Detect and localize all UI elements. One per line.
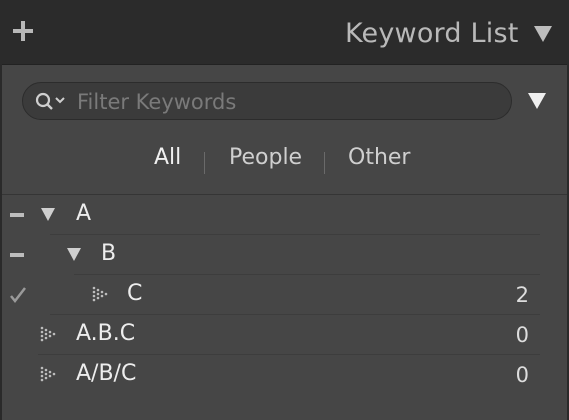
keyword-label: C: [127, 281, 143, 306]
keyword-tabs: All People Other: [2, 141, 567, 177]
dotted-triangle-icon: [40, 326, 56, 342]
dotted-triangle-icon: [92, 286, 108, 302]
keyword-row-a[interactable]: A: [2, 195, 567, 235]
triangle-expanded-icon[interactable]: [66, 246, 82, 262]
triangle-expanded-icon[interactable]: [40, 206, 56, 222]
minus-icon[interactable]: [9, 206, 27, 224]
keyword-label: A: [76, 201, 92, 226]
keyword-count: 0: [515, 363, 529, 387]
dotted-triangle-icon: [40, 366, 56, 382]
keyword-count: 0: [515, 323, 529, 347]
triangle-down-icon[interactable]: [532, 23, 554, 45]
tab-separator: [324, 152, 325, 174]
keyword-label: A/B/C: [76, 361, 137, 386]
keyword-label: B: [101, 241, 117, 266]
search-icon[interactable]: [34, 91, 68, 111]
keyword-label: A.B.C: [76, 321, 136, 346]
panel-title: Keyword List: [345, 18, 519, 49]
checkmark-icon[interactable]: [9, 286, 27, 304]
tab-separator: [204, 152, 205, 174]
tab-people[interactable]: People: [229, 145, 302, 170]
keyword-row-abc-dots[interactable]: A.B.C 0: [2, 315, 567, 355]
keyword-row-abc-slashes[interactable]: A/B/C 0: [2, 355, 567, 395]
keyword-list-header: Keyword List: [0, 0, 569, 64]
filter-keywords-input[interactable]: [75, 87, 499, 117]
search-field[interactable]: [22, 82, 512, 120]
keyword-row-b[interactable]: B: [2, 235, 567, 275]
keyword-row-c[interactable]: C 2: [2, 275, 567, 315]
keyword-count: 2: [515, 283, 529, 307]
minus-icon[interactable]: [9, 246, 27, 264]
filter-options-triangle-icon[interactable]: [527, 91, 547, 111]
plus-icon[interactable]: [10, 18, 36, 44]
tab-all[interactable]: All: [154, 145, 181, 170]
keyword-panel: All People Other A B: [2, 64, 567, 420]
tab-other[interactable]: Other: [348, 145, 410, 170]
